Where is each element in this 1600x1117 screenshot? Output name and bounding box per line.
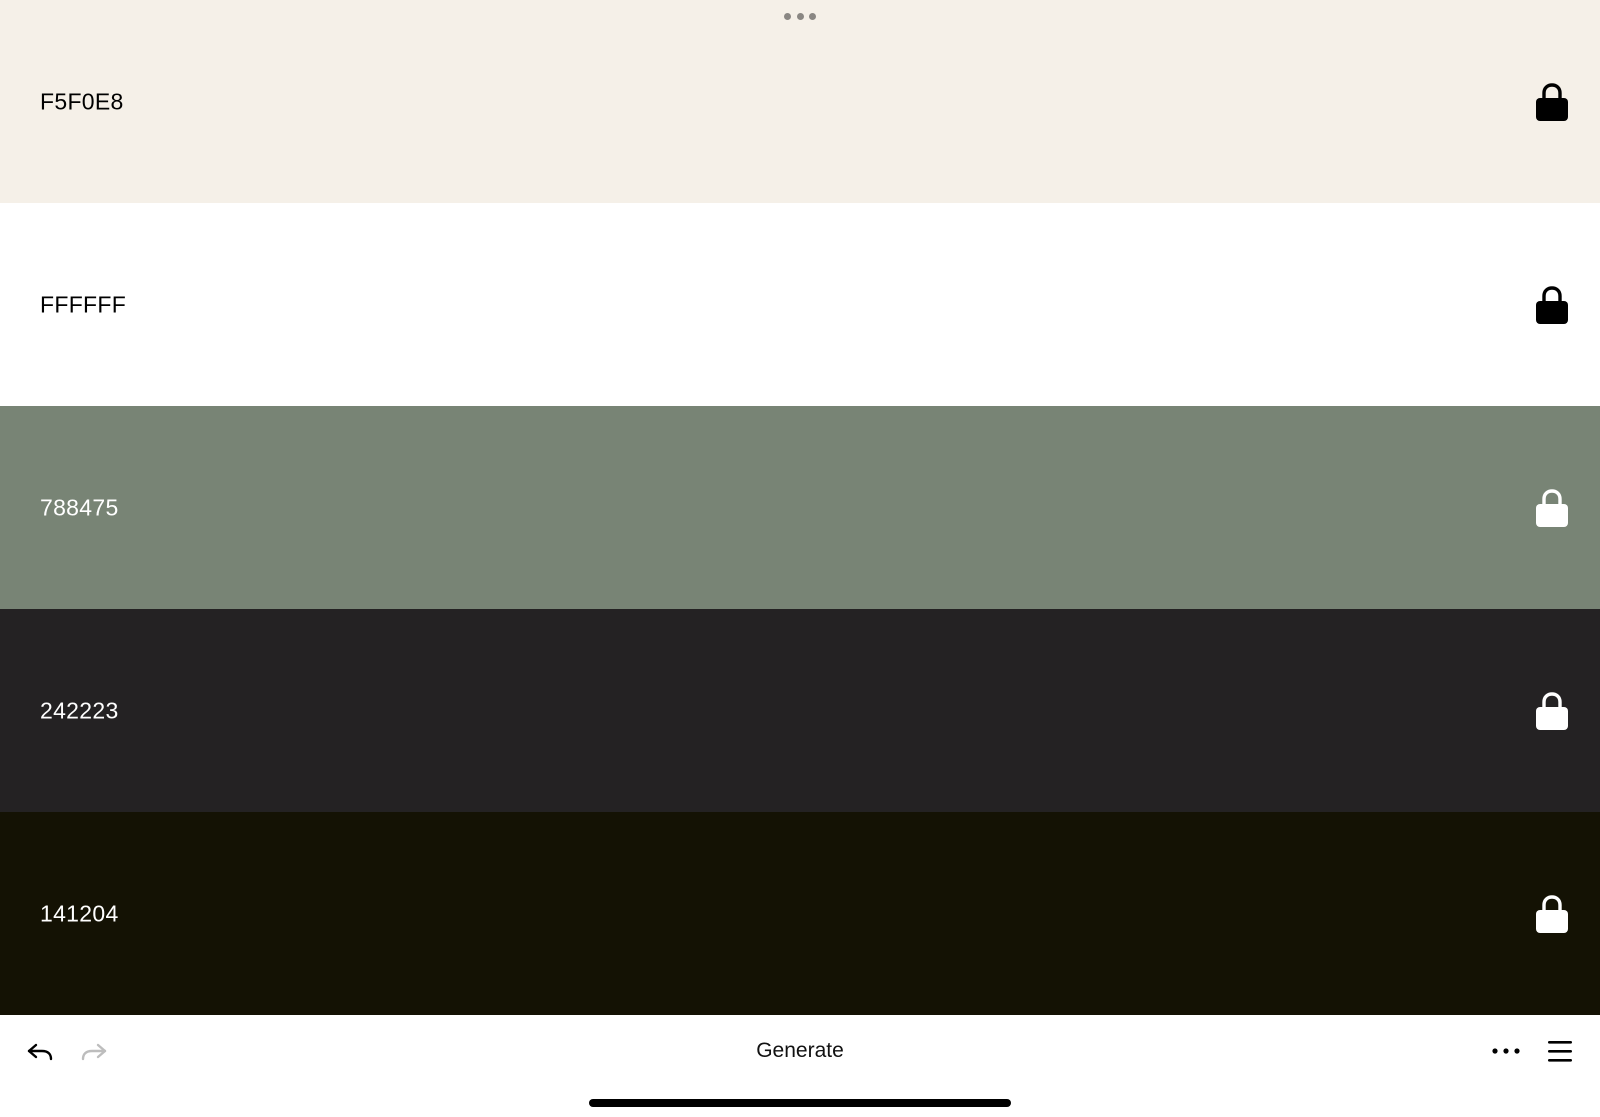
more-options-button[interactable] — [1488, 1035, 1524, 1067]
ellipsis-icon — [1492, 1048, 1520, 1054]
color-swatch[interactable]: 141204 — [0, 812, 1600, 1015]
bottom-toolbar: Generate — [0, 1015, 1600, 1117]
generate-button[interactable]: Generate — [700, 1031, 900, 1071]
palette-generator-app: F5F0E8 FFFFFF 788475 242223 141204 Generate — [0, 0, 1600, 1117]
color-swatch[interactable]: F5F0E8 — [0, 0, 1600, 203]
redo-icon — [81, 1043, 107, 1061]
swatch-hex-label[interactable]: 242223 — [40, 697, 119, 724]
lock-icon — [1536, 488, 1568, 527]
lock-toggle-button[interactable] — [1530, 283, 1574, 327]
drag-handle-icon[interactable] — [784, 10, 816, 22]
menu-button[interactable] — [1544, 1034, 1576, 1068]
color-swatch[interactable]: 242223 — [0, 609, 1600, 812]
lock-toggle-button[interactable] — [1530, 689, 1574, 733]
lock-toggle-button[interactable] — [1530, 892, 1574, 936]
undo-button[interactable] — [22, 1037, 58, 1067]
swatch-hex-label[interactable]: FFFFFF — [40, 291, 126, 318]
hamburger-menu-icon — [1548, 1041, 1572, 1062]
swatch-hex-label[interactable]: F5F0E8 — [40, 88, 124, 115]
color-swatch[interactable]: FFFFFF — [0, 203, 1600, 406]
dot — [784, 12, 791, 20]
lock-icon — [1536, 285, 1568, 324]
redo-button[interactable] — [76, 1037, 112, 1067]
lock-toggle-button[interactable] — [1530, 486, 1574, 530]
swatch-list: F5F0E8 FFFFFF 788475 242223 141204 — [0, 0, 1600, 1015]
color-palette: F5F0E8 FFFFFF 788475 242223 141204 — [0, 0, 1600, 1015]
lock-toggle-button[interactable] — [1530, 80, 1574, 124]
swatch-hex-label[interactable]: 788475 — [40, 494, 119, 521]
color-swatch[interactable]: 788475 — [0, 406, 1600, 609]
home-indicator[interactable] — [589, 1099, 1011, 1107]
swatch-hex-label[interactable]: 141204 — [40, 900, 119, 927]
lock-icon — [1536, 894, 1568, 933]
undo-icon — [27, 1043, 53, 1061]
dot — [809, 12, 816, 20]
lock-icon — [1536, 691, 1568, 730]
lock-icon — [1536, 82, 1568, 121]
dot — [796, 12, 804, 20]
